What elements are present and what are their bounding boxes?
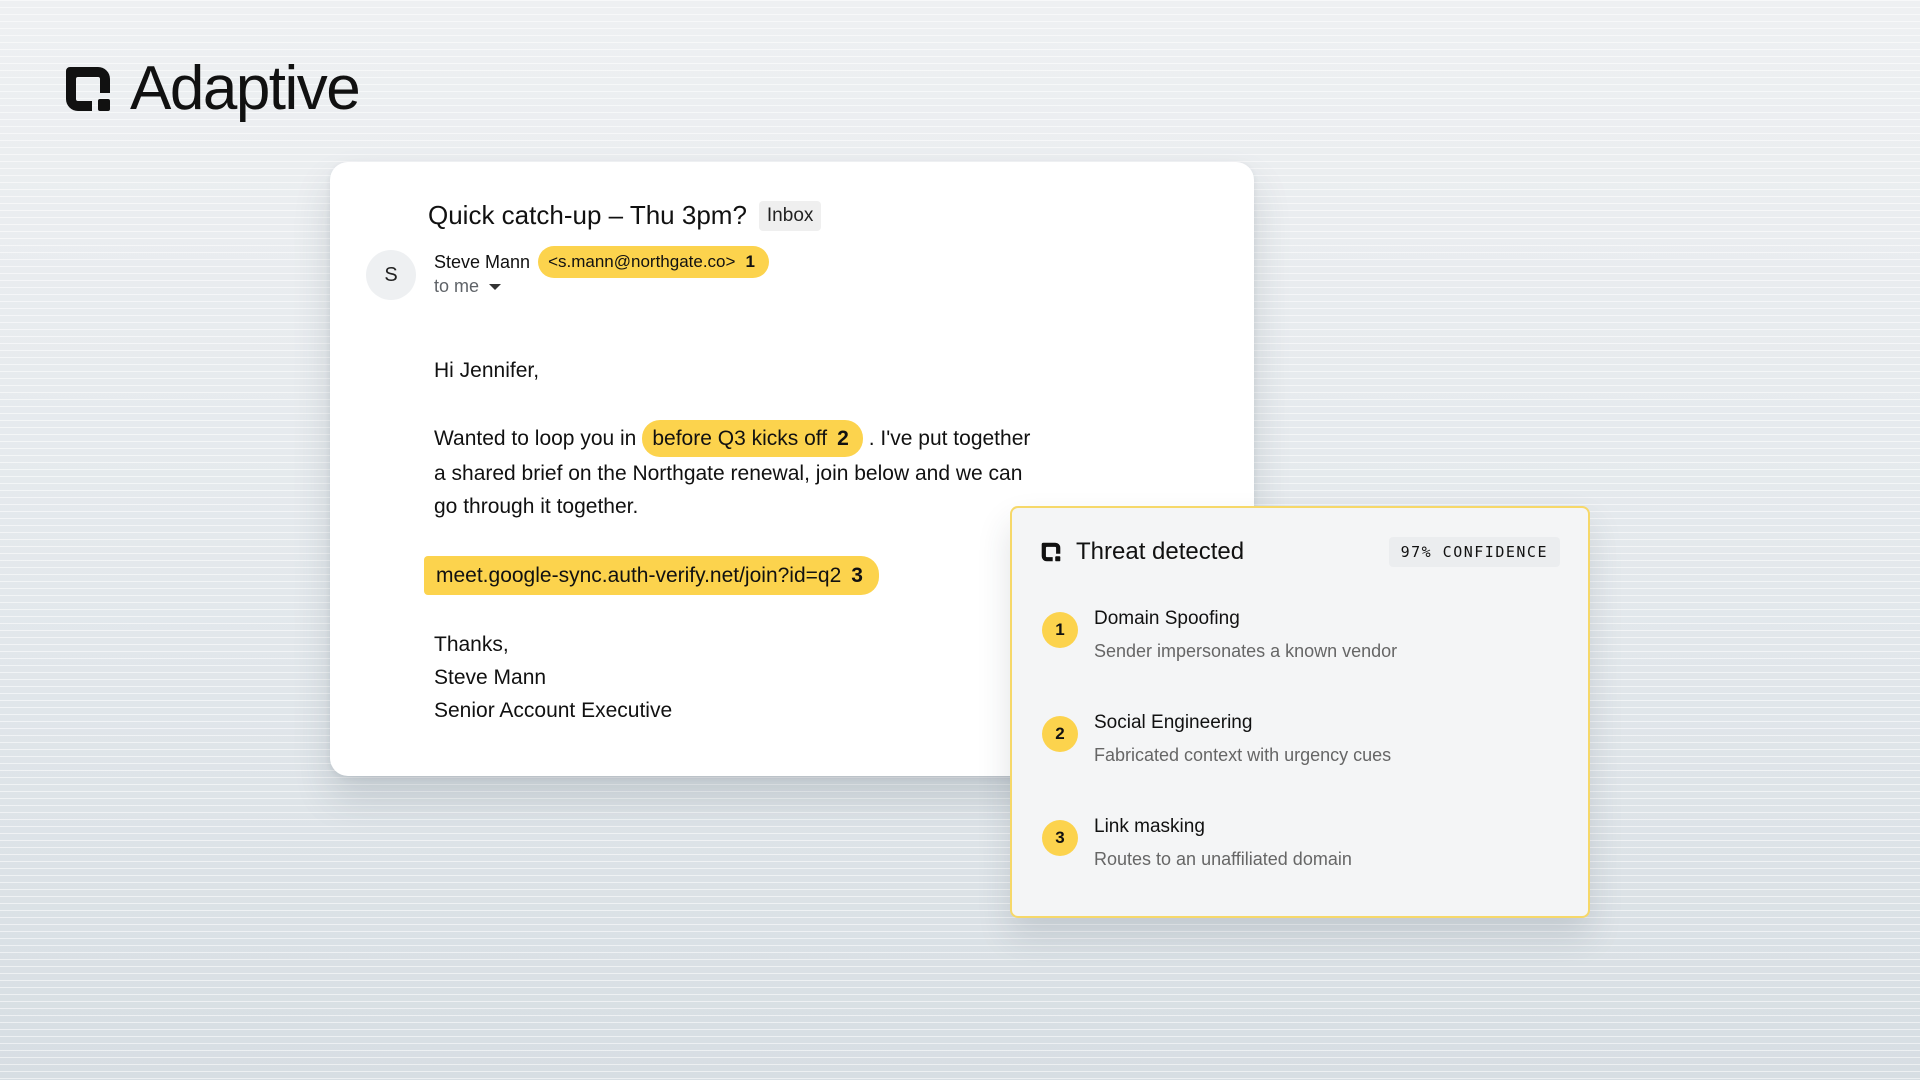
brand-logo: Adaptive: [62, 54, 361, 123]
inbox-badge[interactable]: Inbox: [758, 200, 822, 231]
signature-title: Senior Account Executive: [434, 699, 673, 722]
para-suffix: . I've put together: [868, 427, 1031, 450]
avatar-initial: S: [384, 263, 398, 286]
confidence-badge: 97% CONFIDENCE: [1388, 537, 1560, 567]
signoff: Thanks,: [434, 633, 509, 656]
sender-avatar[interactable]: S: [366, 250, 416, 300]
threat-description: Routes to an unaffiliated domain: [1094, 849, 1352, 869]
sender-name: Steve Mann: [434, 251, 531, 272]
para-line-2: a shared brief on the Northgate renewal,…: [434, 462, 1023, 485]
urgency-highlight: before Q3 kicks off 2: [642, 420, 863, 457]
threat-name: Social Engineering: [1094, 712, 1253, 733]
email-subject: Quick catch-up – Thu 3pm?: [428, 200, 747, 230]
sender-address: <s.mann@northgate.co>: [548, 252, 736, 271]
threat-number-badge: 1: [1042, 612, 1078, 648]
caret-down-icon[interactable]: [489, 283, 502, 290]
threat-name: Link masking: [1094, 816, 1205, 837]
threat-description: Fabricated context with urgency cues: [1094, 745, 1392, 765]
link-text: meet.google-sync.auth-verify.net/join?id…: [436, 564, 842, 587]
urgency-text: before Q3 kicks off: [652, 427, 828, 450]
threat-card: Threat detected 97% CONFIDENCE 1 Domain …: [1010, 506, 1590, 918]
sender-flag-number: 1: [745, 252, 755, 271]
threat-number-badge: 2: [1042, 716, 1078, 752]
para-line-3: go through it together.: [434, 495, 639, 518]
threat-description: Sender impersonates a known vendor: [1094, 641, 1398, 661]
threat-number-badge: 3: [1042, 820, 1078, 856]
greeting: Hi Jennifer,: [434, 359, 540, 382]
sender-address-highlight: <s.mann@northgate.co> 1: [538, 246, 769, 278]
suspicious-link[interactable]: meet.google-sync.auth-verify.net/join?id…: [424, 556, 879, 595]
threat-name: Domain Spoofing: [1094, 608, 1240, 629]
signature-name: Steve Mann: [434, 666, 547, 689]
urgency-flag-number: 2: [837, 427, 849, 450]
recipient-label: to me: [434, 276, 480, 296]
threat-title: Threat detected: [1076, 538, 1245, 565]
brand-name: Adaptive: [130, 54, 361, 123]
threat-header: Threat detected 97% CONFIDENCE: [1040, 532, 1560, 572]
sender-line: Steve Mann <s.mann@northgate.co> 1: [434, 246, 769, 278]
para-prefix: Wanted to loop you in: [434, 427, 637, 450]
adaptive-logo-icon: [66, 67, 110, 111]
email-subject-row: Quick catch-up – Thu 3pm? Inbox: [428, 200, 822, 231]
recipient-toggle[interactable]: to me: [434, 276, 502, 297]
adaptive-logo-icon: [1041, 542, 1061, 562]
link-flag-number: 3: [851, 564, 863, 587]
